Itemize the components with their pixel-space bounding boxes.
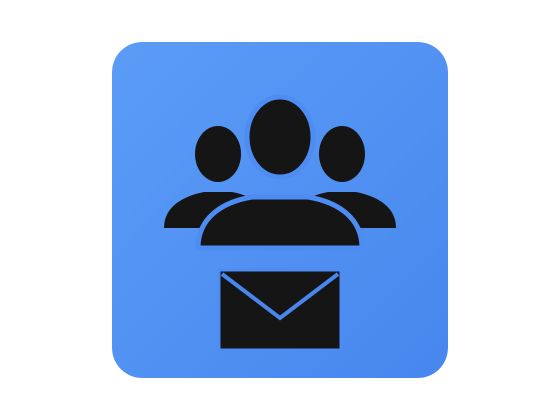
app-icon-artwork [112, 42, 448, 378]
envelope-icon [217, 268, 343, 352]
group-mail-app-icon [112, 42, 448, 378]
stage [0, 0, 560, 420]
